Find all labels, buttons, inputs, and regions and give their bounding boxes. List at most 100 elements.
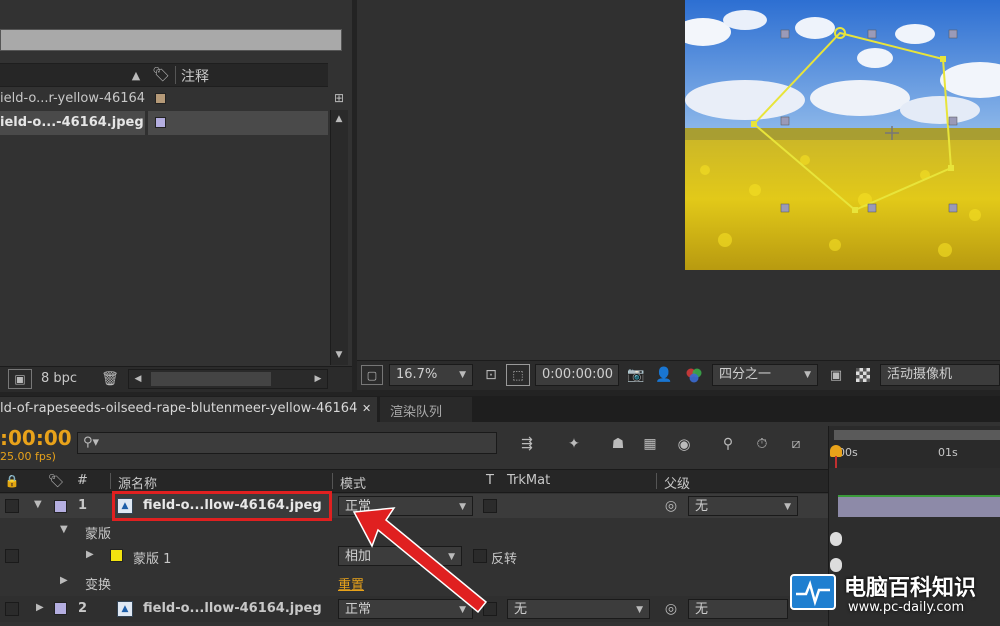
hide-shy-layers-icon[interactable]: ☗ xyxy=(604,432,632,456)
draft-3d-icon[interactable]: ✦ xyxy=(560,432,588,456)
snapshot-camera-icon[interactable]: 📷 xyxy=(625,365,647,385)
show-snapshot-icon[interactable]: 👤 xyxy=(653,365,675,385)
layer-label-swatch[interactable] xyxy=(54,500,67,513)
scroll-down-arrow-icon[interactable]: ▼ xyxy=(330,348,348,362)
close-tab-icon[interactable]: ✕ xyxy=(362,402,371,415)
chevron-right-icon[interactable]: ▶ xyxy=(60,575,68,586)
layer-lock-toggle[interactable] xyxy=(5,499,19,513)
mask-keyframe-icon[interactable] xyxy=(830,532,842,546)
camera-value: 活动摄像机 xyxy=(887,367,953,382)
bit-depth-button[interactable]: 8 bpc xyxy=(41,371,77,386)
project-scrollbar[interactable] xyxy=(330,110,348,365)
scroll-left-arrow-icon[interactable]: ◀ xyxy=(131,370,145,388)
tab-render-queue[interactable]: 渲染队列 xyxy=(380,397,472,422)
column-divider xyxy=(656,473,657,489)
track-matte-value: 无 xyxy=(514,602,528,617)
zoom-dropdown[interactable]: 16.7% ▼ xyxy=(389,364,473,386)
pick-whip-icon[interactable]: ◎ xyxy=(662,600,680,618)
mask-color-swatch[interactable] xyxy=(110,549,123,562)
watermark-url: www.pc-daily.com xyxy=(848,600,965,615)
chevron-down-icon[interactable]: ▼ xyxy=(60,524,68,535)
watermark-title: 电脑百科知识 xyxy=(844,576,977,601)
checkerboard-svg xyxy=(856,368,870,382)
scroll-right-arrow-icon[interactable]: ▶ xyxy=(311,370,325,388)
layer-label-swatch[interactable] xyxy=(54,602,67,615)
layer-number: 1 xyxy=(78,498,88,513)
timeline-timecode[interactable]: :00:00 xyxy=(0,426,72,450)
rgb-channels-icon[interactable] xyxy=(683,365,705,385)
scroll-up-arrow-icon[interactable]: ▲ xyxy=(330,112,348,126)
comment-column-header: 注释 xyxy=(181,69,209,85)
lock-icon: 🔒 xyxy=(4,474,20,488)
checkerboard-transparency-icon[interactable] xyxy=(852,365,874,385)
column-source-name[interactable]: 源名称 xyxy=(118,473,157,492)
chevron-down-icon: ▼ xyxy=(459,370,466,380)
interpret-footage-icon[interactable]: ▣ xyxy=(8,369,32,389)
pulse-line-svg xyxy=(796,580,830,607)
work-area-bar[interactable] xyxy=(834,430,1000,440)
comp-mini-flowchart-icon[interactable]: ⇶ xyxy=(512,432,542,456)
track-matte-dropdown[interactable]: 无 ▼ xyxy=(507,599,650,619)
tab-render-queue-label: 渲染队列 xyxy=(390,405,443,420)
tab-composition[interactable]: ld-of-rapeseeds-oilseed-rape-blutenmeer-… xyxy=(0,397,377,422)
resolution-dropdown[interactable]: 四分之一 ▼ xyxy=(712,364,818,386)
viewer-timecode: 0:00:00:00 xyxy=(542,367,614,382)
zoom-value: 16.7% xyxy=(396,367,438,382)
layer-number: 2 xyxy=(78,601,88,616)
current-time-field[interactable]: 0:00:00:00 xyxy=(535,364,619,386)
selection-divider xyxy=(145,111,148,135)
rapeseed-field-image xyxy=(685,0,1000,270)
active-camera-dropdown[interactable]: 活动摄像机 xyxy=(880,364,1000,386)
transparency-grid-toggle-icon[interactable]: ⬚ xyxy=(506,364,530,386)
parent-value: 无 xyxy=(695,602,709,617)
tab-composition-label: ld-of-rapeseeds-oilseed-rape-blutenmeer-… xyxy=(0,401,358,416)
timeline-fps: 25.00 fps) xyxy=(0,450,56,463)
project-item-row[interactable]: ield-o...r-yellow-46164 xyxy=(0,88,328,110)
parent-dropdown[interactable]: 无 ▼ xyxy=(688,496,798,516)
project-item-row-selected[interactable]: ield-o...-46164.jpeg xyxy=(0,111,328,135)
label-color-swatch[interactable] xyxy=(155,93,166,104)
monitor-logo-icon xyxy=(790,574,836,610)
column-parent: 父级 xyxy=(664,477,691,492)
graph-editor-icon[interactable]: ⧄ xyxy=(782,432,810,456)
mask-name[interactable]: 蒙版 1 xyxy=(133,548,171,567)
chevron-right-icon[interactable]: ▶ xyxy=(36,602,44,613)
column-number: # xyxy=(77,473,88,488)
frame-blending-icon[interactable]: ▦ xyxy=(636,432,664,456)
project-item-name: ield-o...r-yellow-46164 xyxy=(0,91,146,106)
pick-whip-icon[interactable]: ◎ xyxy=(662,497,680,515)
motion-blur-icon[interactable]: ◉ xyxy=(670,432,698,456)
flowchart-icon[interactable]: ⊞ xyxy=(330,88,348,108)
project-column-divider xyxy=(175,66,176,84)
mask-lock-toggle[interactable] xyxy=(5,549,19,563)
chevron-down-icon[interactable]: ▼ xyxy=(34,499,42,510)
chevron-right-icon[interactable]: ▶ xyxy=(86,549,94,560)
label-tag-icon[interactable]: 🏷 xyxy=(150,64,172,86)
auto-keyframe-icon[interactable]: ⏱ xyxy=(748,432,776,456)
layer-lock-toggle[interactable] xyxy=(5,602,19,616)
annotation-arrow xyxy=(352,507,488,614)
scroll-thumb[interactable] xyxy=(151,372,271,386)
brainstorm-icon[interactable]: ⚲ xyxy=(714,432,742,456)
timeline-search-field[interactable]: ⚲▾ xyxy=(77,432,497,454)
column-divider xyxy=(110,473,111,489)
layer-source-name[interactable]: field-o...llow-46164.jpeg xyxy=(143,601,322,616)
trash-icon[interactable]: 🗑 xyxy=(100,369,120,389)
column-t: T xyxy=(486,473,494,488)
always-preview-icon[interactable]: ▢ xyxy=(361,365,383,385)
label-color-swatch[interactable] xyxy=(155,117,166,128)
region-of-interest-icon[interactable]: ▣ xyxy=(825,365,847,385)
chevron-down-icon: ▼ xyxy=(804,370,811,380)
project-item-name: ield-o...-46164.jpeg xyxy=(0,115,144,130)
parent-dropdown[interactable]: 无 xyxy=(688,599,788,619)
horizontal-scrollbar[interactable]: ◀ ▶ xyxy=(128,369,328,389)
layer-source-name[interactable]: field-o...llow-46164.jpeg xyxy=(143,498,322,513)
rgb-circles-svg xyxy=(686,368,702,383)
sort-up-icon[interactable]: ▲ xyxy=(127,64,145,86)
comp-image[interactable] xyxy=(685,0,1000,270)
layer1-duration-bar[interactable] xyxy=(838,495,1000,517)
fit-region-icon[interactable]: ⊡ xyxy=(480,365,502,385)
column-trkmat: TrkMat xyxy=(507,473,551,488)
project-search-field[interactable] xyxy=(0,29,342,51)
transform-label: 变换 xyxy=(85,578,112,593)
